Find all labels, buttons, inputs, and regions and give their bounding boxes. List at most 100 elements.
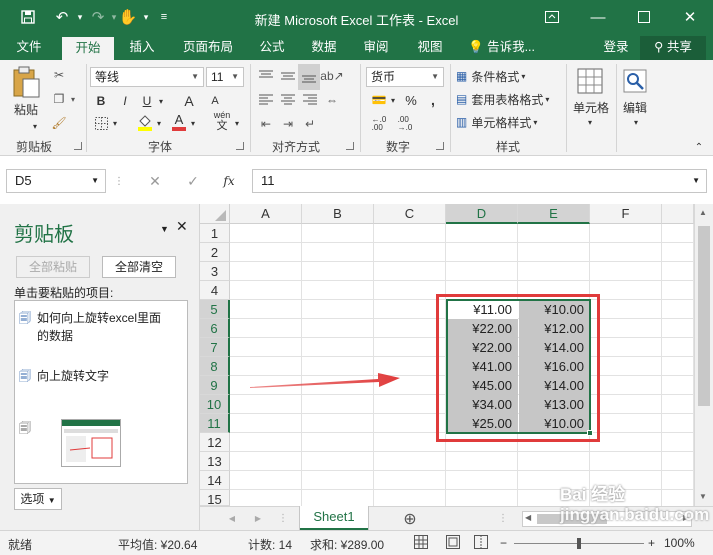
worksheet-grid[interactable]: A B C D E F 1 2 3 4 5 6 7 8 9 10 11 12 1… — [200, 204, 713, 509]
alignment-launcher-icon[interactable] — [346, 142, 354, 150]
align-right-icon[interactable] — [300, 90, 320, 110]
format-as-table-button[interactable]: ▤ 套用表格格式 ▾ — [456, 89, 564, 109]
cells-icon[interactable] — [574, 66, 606, 96]
zoom-slider[interactable] — [514, 538, 644, 549]
increase-decimal-icon[interactable]: ←.0.00 — [368, 114, 390, 134]
tab-home[interactable]: 开始 — [62, 36, 114, 60]
tab-data[interactable]: 数据 — [302, 36, 346, 60]
tab-formulas[interactable]: 公式 — [250, 36, 294, 60]
ribbon-display-icon[interactable] — [532, 4, 572, 30]
clip-item-3[interactable]: 🗐 — [19, 419, 185, 467]
orientation-icon[interactable]: ab↗ — [320, 66, 343, 86]
confirm-entry-icon[interactable]: ✓ — [182, 171, 204, 191]
font-size-combo[interactable]: 11 ▼ — [206, 67, 244, 87]
paste-icon[interactable] — [8, 64, 44, 100]
page-break-view-icon[interactable] — [474, 535, 488, 552]
tab-page-layout[interactable]: 页面布局 — [176, 36, 240, 60]
sign-in-link[interactable]: 登录 — [596, 36, 636, 60]
align-top-icon[interactable] — [256, 66, 276, 86]
next-sheet-icon[interactable]: ▶ — [252, 511, 264, 525]
row-header[interactable]: 2 — [200, 243, 230, 262]
row-header[interactable]: 1 — [200, 224, 230, 243]
font-name-combo[interactable]: 等线 ▼ — [90, 67, 204, 87]
expand-formula-icon[interactable]: ▼ — [692, 170, 700, 192]
row-header[interactable]: 5 — [200, 300, 230, 319]
vertical-scrollbar[interactable]: ▲ ▼ — [694, 204, 713, 506]
fill-color-icon[interactable] — [136, 112, 154, 132]
underline-dropdown-icon[interactable]: ▾ — [156, 92, 166, 110]
align-bottom-icon[interactable] — [298, 64, 320, 90]
column-header-c[interactable]: C — [374, 204, 446, 224]
paste-all-button[interactable]: 全部粘贴 — [16, 256, 90, 278]
row-header[interactable]: 13 — [200, 452, 230, 471]
align-center-icon[interactable] — [278, 90, 298, 110]
row-header[interactable]: 8 — [200, 357, 230, 376]
bold-button[interactable]: B — [92, 92, 110, 110]
tab-view[interactable]: 视图 — [408, 36, 452, 60]
column-header-e[interactable]: E — [518, 204, 590, 224]
insert-function-icon[interactable]: fx — [218, 171, 240, 191]
percent-style-button[interactable]: % — [402, 90, 420, 110]
merge-center-icon[interactable]: ⇔ — [322, 90, 342, 110]
close-pane-icon[interactable]: ✕ — [176, 218, 188, 235]
font-color-dropdown-icon[interactable]: ▾ — [188, 114, 198, 132]
cell-styles-button[interactable]: ▥ 单元格样式 ▾ — [456, 112, 564, 132]
cancel-entry-icon[interactable]: ✕ — [144, 171, 166, 191]
row-header[interactable]: 12 — [200, 433, 230, 452]
accounting-dropdown-icon[interactable]: ▾ — [388, 90, 398, 110]
cells-button-label[interactable]: 单元格 — [568, 98, 614, 116]
add-sheet-icon[interactable]: ⊕ — [400, 509, 420, 529]
formula-input[interactable]: 11 ▼ — [252, 169, 707, 193]
column-header-a[interactable]: A — [230, 204, 302, 224]
close-icon[interactable]: ✕ — [670, 4, 710, 30]
tab-insert[interactable]: 插入 — [120, 36, 164, 60]
wrap-text-icon[interactable]: ↵ — [300, 114, 320, 134]
number-format-combo[interactable]: 货币 ▼ — [366, 67, 444, 87]
decrease-indent-icon[interactable]: ⇤ — [256, 114, 276, 134]
editing-icon[interactable] — [620, 66, 650, 96]
tab-file[interactable]: 文件 — [6, 36, 52, 60]
row-header[interactable]: 9 — [200, 376, 230, 395]
collapse-ribbon-icon[interactable]: ⌃ — [692, 142, 706, 153]
phonetic-icon[interactable]: wén 文 — [212, 110, 232, 132]
name-box[interactable]: D5 ▼ — [6, 169, 106, 193]
cells-dropdown-icon[interactable]: ▾ — [584, 116, 596, 128]
clip-item-2[interactable]: 🗐 向上旋转文字 — [19, 367, 169, 385]
clipboard-launcher-icon[interactable] — [74, 142, 82, 150]
accounting-format-icon[interactable]: 💳 — [368, 90, 390, 110]
border-dropdown-icon[interactable]: ▾ — [110, 114, 120, 132]
clip-item-1[interactable]: 🗐 如何向上旋转excel里面的数据 — [19, 309, 169, 345]
editing-button-label[interactable]: 编辑 — [618, 98, 652, 116]
scroll-left-icon[interactable]: ◀ — [525, 513, 531, 522]
format-painter-icon[interactable]: 🖌 — [50, 114, 68, 132]
row-header[interactable]: 6 — [200, 319, 230, 338]
font-launcher-icon[interactable] — [236, 142, 244, 150]
row-header[interactable]: 14 — [200, 471, 230, 490]
row-header[interactable]: 7 — [200, 338, 230, 357]
copy-dropdown-icon[interactable]: ▾ — [68, 90, 78, 108]
column-header-d[interactable]: D — [446, 204, 518, 224]
border-icon[interactable] — [92, 114, 110, 132]
page-layout-view-icon[interactable] — [446, 535, 460, 552]
phonetic-dropdown-icon[interactable]: ▾ — [232, 114, 242, 132]
row-header[interactable]: 4 — [200, 281, 230, 300]
tab-review[interactable]: 审阅 — [354, 36, 398, 60]
row-header[interactable]: 10 — [200, 395, 230, 414]
zoom-level[interactable]: 100% — [664, 536, 695, 550]
align-middle-icon[interactable] — [278, 66, 298, 86]
tell-me-box[interactable]: 💡 告诉我... — [468, 36, 548, 60]
cut-icon[interactable]: ✂ — [50, 66, 68, 84]
maximize-icon[interactable] — [624, 4, 664, 30]
shrink-font-button[interactable]: A — [206, 92, 224, 110]
zoom-in-icon[interactable]: + — [648, 536, 655, 550]
column-header-f[interactable]: F — [590, 204, 662, 224]
comma-style-button[interactable]: , — [424, 90, 442, 110]
editing-dropdown-icon[interactable]: ▾ — [630, 116, 642, 128]
grow-font-button[interactable]: A — [180, 92, 198, 110]
increase-indent-icon[interactable]: ⇥ — [278, 114, 298, 134]
paste-button-label[interactable]: 粘贴 — [8, 100, 44, 118]
align-left-icon[interactable] — [256, 90, 276, 110]
fill-color-dropdown-icon[interactable]: ▾ — [154, 114, 164, 132]
zoom-slider-thumb[interactable] — [577, 538, 581, 549]
row-header[interactable]: 15 — [200, 490, 230, 507]
